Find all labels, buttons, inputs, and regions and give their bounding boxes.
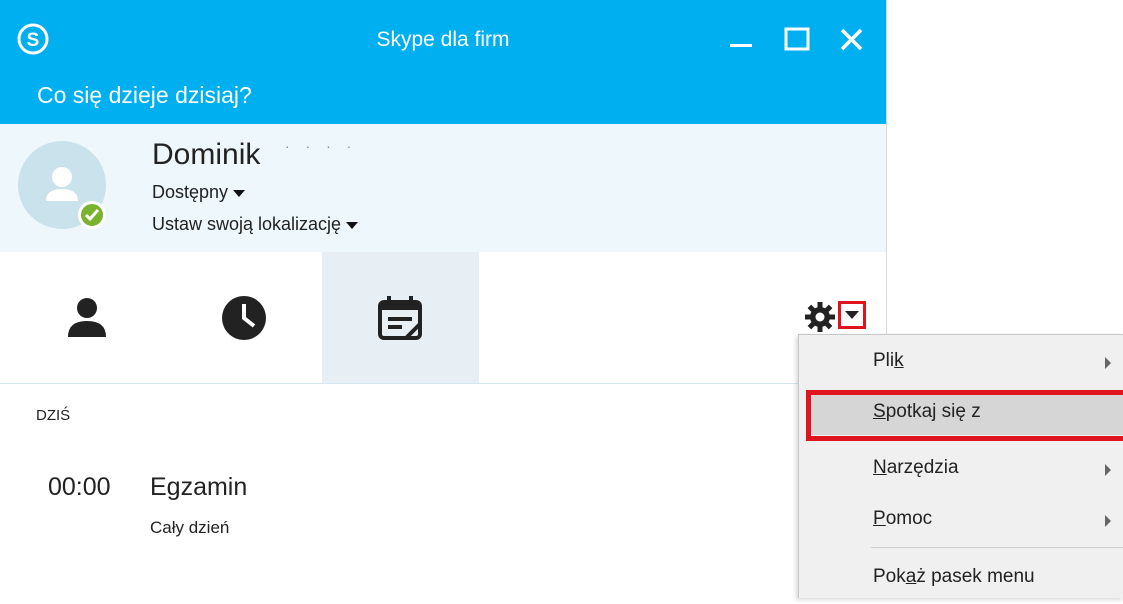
- options-gear-icon[interactable]: [804, 301, 836, 333]
- status-message-input[interactable]: Co się dzieje dzisiaj?: [37, 82, 252, 109]
- menu-item-label: Pokaż pasek menu: [873, 566, 1035, 587]
- menu-item-label: Pomoc: [873, 508, 933, 529]
- menu-item-help[interactable]: Pomoc: [799, 494, 1123, 546]
- submenu-arrow-icon: [1105, 515, 1111, 527]
- user-surname-obscured: · · · ·: [285, 138, 358, 154]
- options-menu-button[interactable]: [838, 301, 866, 329]
- maximize-button[interactable]: [780, 22, 816, 58]
- tab-contacts[interactable]: [8, 252, 165, 383]
- presence-status-label: Dostępny: [152, 182, 229, 202]
- menu-item-label: Plik: [873, 350, 904, 371]
- section-header-today: DZIŚ: [36, 407, 71, 424]
- presence-status-dropdown[interactable]: Dostępny: [152, 182, 246, 203]
- tab-history[interactable]: [165, 252, 322, 383]
- profile-panel: Dominik · · · · Dostępny Ustaw swoją lok…: [0, 124, 886, 253]
- menu-item-label: Narzędzia: [873, 457, 959, 478]
- meetings-calendar-icon: [377, 295, 422, 340]
- minimize-button[interactable]: [724, 22, 760, 58]
- avatar[interactable]: [18, 141, 106, 229]
- close-button[interactable]: [834, 22, 870, 58]
- location-label: Ustaw swoją lokalizację: [152, 214, 342, 234]
- view-tabs: [0, 252, 886, 384]
- meeting-time: 00:00: [48, 473, 111, 501]
- user-display-name: Dominik: [152, 138, 261, 171]
- submenu-arrow-icon: [1105, 357, 1111, 369]
- caret-down-icon: [346, 221, 359, 229]
- menu-item-label: Spotkaj się z: [873, 401, 981, 422]
- tab-meetings[interactable]: [322, 252, 479, 383]
- submenu-arrow-icon: [1105, 464, 1111, 476]
- options-dropdown-menu: Plik Spotkaj się z Narzędzia Pomoc Pokaż…: [798, 334, 1123, 598]
- menu-item-show-menu-bar[interactable]: Pokaż pasek menu: [799, 552, 1123, 604]
- menu-item-meet-now[interactable]: Spotkaj się z: [799, 387, 1123, 441]
- chevron-down-icon: [845, 311, 859, 319]
- menu-item-file[interactable]: Plik: [799, 336, 1123, 388]
- contacts-icon: [67, 297, 106, 337]
- meeting-title[interactable]: Egzamin: [150, 473, 247, 502]
- menu-separator: [871, 547, 1123, 548]
- skype-main-window: S Skype dla firm Co się dzieje dzisiaj? …: [0, 0, 887, 597]
- presence-available-icon: [78, 201, 106, 229]
- location-dropdown[interactable]: Ustaw swoją lokalizację: [152, 214, 359, 235]
- title-bar: S Skype dla firm Co się dzieje dzisiaj?: [0, 0, 886, 124]
- menu-item-tools[interactable]: Narzędzia: [799, 443, 1123, 495]
- history-clock-icon: [221, 295, 266, 340]
- caret-down-icon: [233, 189, 246, 197]
- meeting-subtitle: Cały dzień: [150, 518, 230, 537]
